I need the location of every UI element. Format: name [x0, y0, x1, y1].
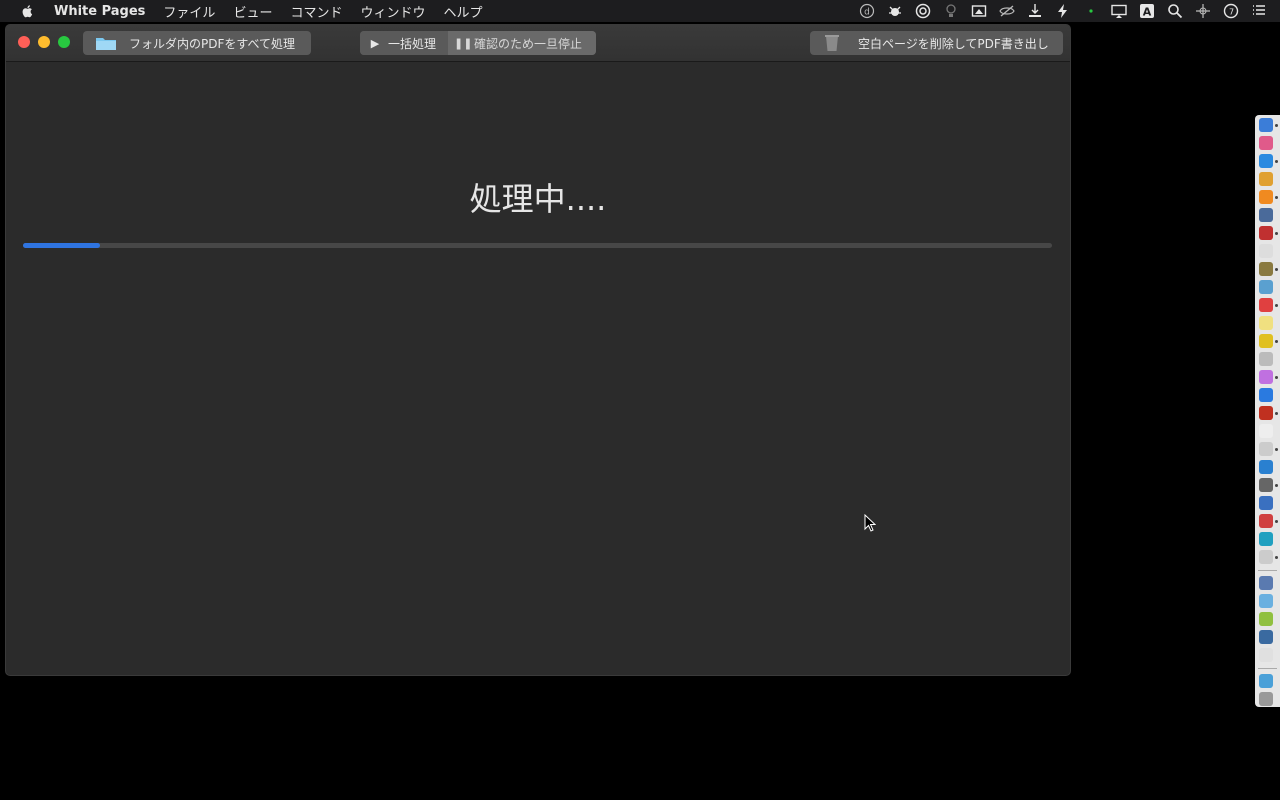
dock-running-indicator	[1275, 448, 1278, 451]
play-icon: ▶	[370, 36, 380, 50]
dock-app-icon[interactable]	[1259, 496, 1273, 510]
dock-app-icon[interactable]	[1259, 172, 1273, 186]
pause-icon: ❚❚	[454, 36, 473, 50]
dock-app-icon[interactable]	[1259, 442, 1273, 456]
dock	[1255, 115, 1280, 707]
dock-app-icon[interactable]	[1259, 136, 1273, 150]
folder-icon	[96, 38, 116, 50]
siri-sparkle-icon[interactable]	[1192, 0, 1214, 22]
progress-bar	[23, 243, 1052, 248]
d-circle-icon[interactable]: d	[856, 0, 878, 22]
dock-app-icon[interactable]	[1259, 190, 1273, 204]
dock-app-icon[interactable]	[1259, 352, 1273, 366]
dock-running-indicator	[1275, 556, 1278, 559]
progress-bar-fill	[23, 243, 101, 248]
dock-app-icon[interactable]	[1259, 262, 1273, 276]
input-source-icon[interactable]: A	[1136, 0, 1158, 22]
dock-app-icon[interactable]	[1259, 478, 1273, 492]
dock-running-indicator	[1275, 304, 1278, 307]
process-folder-label: フォルダ内のPDFをすべて処理	[129, 36, 296, 51]
dock-app-icon[interactable]	[1259, 298, 1273, 312]
dock-trash-icon[interactable]	[1259, 692, 1273, 706]
clock-icon[interactable]: 7	[1220, 0, 1242, 22]
display-icon[interactable]	[1108, 0, 1130, 22]
window-content: 処理中....	[6, 62, 1070, 675]
dock-running-indicator	[1275, 268, 1278, 271]
notification-center-icon[interactable]	[1248, 0, 1270, 22]
dock-app-icon[interactable]	[1259, 334, 1273, 348]
pause-for-review-button[interactable]: ❚❚ 確認のため一旦停止	[448, 31, 596, 55]
export-pdf-label: 空白ページを削除してPDF書き出し	[858, 36, 1049, 51]
dock-running-indicator	[1275, 340, 1278, 343]
target-icon[interactable]	[912, 0, 934, 22]
status-area: d A 7	[853, 0, 1280, 22]
batch-control-segmented: ▶ 一括処理 ❚❚ 確認のため一旦停止	[360, 31, 596, 55]
dock-app-icon[interactable]	[1259, 648, 1273, 662]
dock-running-indicator	[1275, 520, 1278, 523]
dock-app-icon[interactable]	[1259, 370, 1273, 384]
dock-app-icon[interactable]	[1259, 532, 1273, 546]
eye-off-icon[interactable]	[996, 0, 1018, 22]
dock-app-icon[interactable]	[1259, 244, 1273, 258]
dock-app-icon[interactable]	[1259, 612, 1273, 626]
dock-app-icon[interactable]	[1259, 406, 1273, 420]
dock-app-icon[interactable]	[1259, 576, 1273, 590]
lightning-icon[interactable]	[1052, 0, 1074, 22]
window-minimize-button[interactable]	[38, 36, 50, 48]
batch-process-button[interactable]: ▶ 一括処理	[360, 31, 448, 55]
dock-app-icon[interactable]	[1259, 424, 1273, 438]
dock-app-icon[interactable]	[1259, 280, 1273, 294]
main-window: フォルダ内のPDFをすべて処理 ▶ 一括処理 ❚❚ 確認のため一旦停止 空白ペー…	[5, 24, 1071, 676]
svg-text:7: 7	[1229, 8, 1234, 17]
window-titlebar: フォルダ内のPDFをすべて処理 ▶ 一括処理 ❚❚ 確認のため一旦停止 空白ペー…	[6, 25, 1070, 62]
window-close-button[interactable]	[18, 36, 30, 48]
dock-running-indicator	[1275, 232, 1278, 235]
dock-running-indicator	[1275, 376, 1278, 379]
dock-app-icon[interactable]	[1259, 388, 1273, 402]
dock-running-indicator	[1275, 196, 1278, 199]
screen-share-icon[interactable]	[968, 0, 990, 22]
dock-separator	[1258, 570, 1277, 571]
batch-process-label: 一括処理	[388, 36, 437, 51]
export-pdf-button[interactable]: 空白ページを削除してPDF書き出し	[810, 31, 1063, 55]
app-name-menu[interactable]: White Pages	[54, 4, 145, 19]
menu-view[interactable]: ビュー	[233, 2, 272, 21]
process-folder-button[interactable]: フォルダ内のPDFをすべて処理	[83, 31, 311, 55]
dock-app-icon[interactable]	[1259, 118, 1273, 132]
dock-app-icon[interactable]	[1259, 630, 1273, 644]
menu-help[interactable]: ヘルプ	[443, 2, 482, 21]
dock-separator	[1258, 668, 1277, 669]
download-tray-icon[interactable]	[1024, 0, 1046, 22]
dock-running-indicator	[1275, 484, 1278, 487]
dock-app-icon[interactable]	[1259, 460, 1273, 474]
svg-text:A: A	[1143, 6, 1152, 19]
dock-app-icon[interactable]	[1259, 226, 1273, 240]
dock-app-icon[interactable]	[1259, 316, 1273, 330]
menu-command[interactable]: コマンド	[290, 2, 342, 21]
dock-running-indicator	[1275, 412, 1278, 415]
lightbulb-icon[interactable]	[940, 0, 962, 22]
dock-app-icon[interactable]	[1259, 550, 1273, 564]
svg-text:d: d	[864, 8, 870, 18]
green-dot-icon	[1080, 0, 1102, 22]
dock-app-icon[interactable]	[1259, 208, 1273, 222]
dock-running-indicator	[1275, 124, 1278, 127]
window-zoom-button[interactable]	[58, 36, 70, 48]
menu-bar: White Pages ファイル ビュー コマンド ウィンドウ ヘルプ d A …	[0, 0, 1280, 22]
bug-icon[interactable]	[884, 0, 906, 22]
dock-downloads-folder-icon[interactable]	[1259, 674, 1273, 688]
dock-running-indicator	[1275, 160, 1278, 163]
apple-menu-icon[interactable]	[20, 3, 36, 19]
dock-app-icon[interactable]	[1259, 594, 1273, 608]
pause-for-review-label: 確認のため一旦停止	[474, 36, 583, 51]
dock-app-icon[interactable]	[1259, 514, 1273, 528]
trash-icon	[825, 35, 839, 51]
spotlight-search-icon[interactable]	[1164, 0, 1186, 22]
mouse-cursor-icon	[864, 514, 876, 532]
processing-status-text: 処理中....	[469, 180, 607, 218]
menu-file[interactable]: ファイル	[163, 2, 215, 21]
dock-app-icon[interactable]	[1259, 154, 1273, 168]
menu-window[interactable]: ウィンドウ	[360, 2, 425, 21]
